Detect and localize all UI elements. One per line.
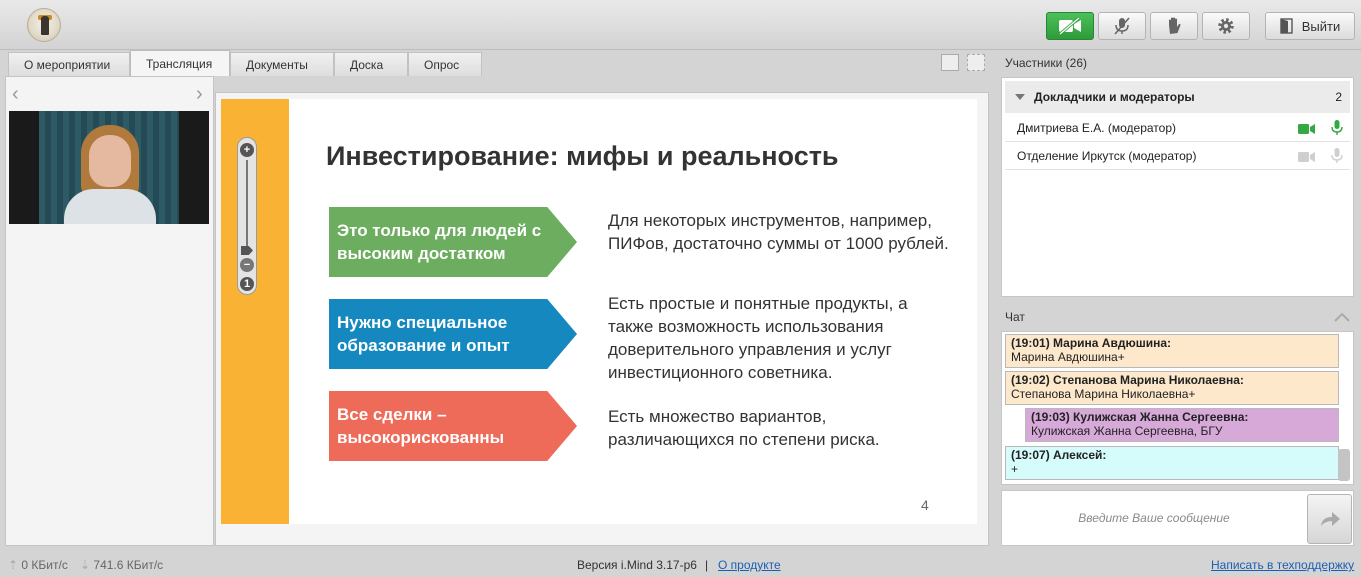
speaker-video[interactable] — [9, 111, 209, 224]
slide-myth-3: Все сделки – высокорискованны — [329, 391, 577, 461]
slide-title: Инвестирование: мифы и реальность — [326, 141, 839, 171]
participant-row[interactable]: Дмитриева Е.А. (модератор) — [1005, 114, 1350, 142]
collapse-triangle-icon[interactable] — [1015, 94, 1025, 100]
participant-name: Дмитриева Е.А. (модератор) — [1017, 120, 1177, 135]
main-tabs: О мероприятии Трансляция Документы Доска… — [8, 50, 482, 76]
mic-on-icon — [1331, 120, 1343, 135]
logo-icon — [27, 8, 61, 42]
send-arrow-icon — [1320, 512, 1340, 526]
chat-scrollbar[interactable] — [1338, 449, 1350, 481]
chat-message-body: + — [1011, 462, 1019, 476]
zoom-slider[interactable]: + − 1 — [237, 137, 257, 295]
zoom-out-icon[interactable]: − — [240, 258, 254, 272]
tab-poll[interactable]: Опрос — [408, 52, 482, 76]
chat-message-input[interactable] — [1006, 495, 1302, 541]
participants-header: Участники (26) — [1005, 56, 1088, 70]
chat-header: Чат — [1005, 310, 1025, 324]
status-separator: | — [705, 558, 709, 572]
tab-broadcast[interactable]: Трансляция — [130, 50, 230, 76]
chat-message-body: Кулижская Жанна Сергеевна, БГУ — [1031, 424, 1223, 438]
zoom-track[interactable] — [246, 160, 248, 252]
camera-off-icon — [1298, 152, 1315, 162]
chat-message: (19:01) Марина Авдюшина: Марина Авдюшина… — [1005, 334, 1339, 368]
tab-about-event[interactable]: О мероприятии — [8, 52, 130, 76]
chevron-left-icon[interactable]: ‹ — [12, 84, 19, 104]
upload-arrow-icon: ⇡ — [8, 558, 19, 572]
chevron-right-icon[interactable]: › — [196, 84, 203, 104]
zoom-handle[interactable] — [241, 246, 253, 255]
zoom-reset-icon[interactable]: 1 — [240, 277, 254, 291]
slide-myth-2: Нужно специальное образование и опыт — [329, 299, 577, 369]
presentation-slide: + − 1 Инвестирование: мифы и реальность … — [221, 99, 977, 524]
chat-input-panel — [1001, 490, 1354, 546]
support-link[interactable]: Написать в техподдержку — [1211, 558, 1354, 572]
layout-controls — [941, 54, 985, 71]
group-name: Докладчики и модераторы — [1034, 90, 1195, 104]
version-info: Версия i.Mind 3.17-p6 — [577, 558, 697, 572]
chat-message-body: Степанова Марина Николаевна+ — [1011, 387, 1196, 401]
mic-off-icon — [1331, 148, 1343, 163]
status-bar: ⇡ 0 КБит/с ⇣ 741.6 КБит/с Версия i.Mind … — [0, 552, 1361, 577]
settings-button[interactable] — [1202, 12, 1250, 40]
mic-off-icon — [1114, 17, 1130, 35]
exit-door-icon — [1280, 18, 1293, 34]
window-mode-icon[interactable] — [941, 54, 959, 71]
about-product-link[interactable]: О продукте — [718, 558, 781, 572]
slide-reality-1: Для некоторых инструментов, например, ПИ… — [608, 211, 949, 253]
download-speed: ⇣ 741.6 КБит/с — [80, 558, 164, 572]
exit-button[interactable]: Выйти — [1265, 12, 1355, 40]
participants-group-speakers[interactable]: Докладчики и модераторы 2 — [1005, 81, 1350, 113]
group-count: 2 — [1335, 90, 1342, 104]
tab-whiteboard[interactable]: Доска — [334, 52, 408, 76]
raise-hand-button[interactable] — [1150, 12, 1198, 40]
chat-message-header: (19:02) Степанова Марина Николаевна: — [1011, 373, 1244, 387]
video-panel: ‹ › — [5, 76, 214, 546]
chat-message: (19:07) Алексей: + — [1005, 446, 1339, 480]
slide-page-number: 4 — [921, 497, 929, 513]
slide-reality-3: Есть множество вариантов, различающихся … — [608, 407, 880, 449]
chat-messages[interactable]: (19:01) Марина Авдюшина: Марина Авдюшина… — [1001, 331, 1354, 485]
raise-hand-icon — [1169, 17, 1181, 34]
chat-message: (19:03) Кулижская Жанна Сергеевна: Кулиж… — [1025, 408, 1339, 442]
exit-button-label: Выйти — [1301, 18, 1341, 34]
send-message-button[interactable] — [1307, 494, 1352, 544]
camera-off-icon — [1059, 17, 1081, 35]
slide-myth-1: Это только для людей с высоким достатком — [329, 207, 577, 277]
tab-documents[interactable]: Документы — [230, 52, 334, 76]
chat-message-header: (19:03) Кулижская Жанна Сергеевна: — [1031, 410, 1249, 424]
participants-panel: Докладчики и модераторы 2 Дмитриева Е.А.… — [1001, 77, 1354, 297]
chevron-up-icon[interactable] — [1333, 310, 1351, 324]
camera-toggle-button[interactable] — [1046, 12, 1094, 40]
participant-row[interactable]: Отделение Иркутск (модератор) — [1005, 142, 1350, 170]
chat-message-body: Марина Авдюшина+ — [1011, 350, 1125, 364]
chat-message-header: (19:07) Алексей: — [1011, 448, 1107, 462]
upload-speed: ⇡ 0 КБит/с — [8, 558, 68, 572]
participant-name: Отделение Иркутск (модератор) — [1017, 148, 1197, 163]
fullscreen-icon[interactable] — [967, 54, 985, 71]
slide-reality-2: Есть простые и понятные продукты, а такж… — [608, 294, 908, 382]
chat-message-header: (19:01) Марина Авдюшина: — [1011, 336, 1172, 350]
microphone-toggle-button[interactable] — [1098, 12, 1146, 40]
download-arrow-icon: ⇣ — [80, 558, 91, 572]
top-toolbar: Выйти — [0, 0, 1361, 50]
camera-on-icon — [1298, 124, 1315, 134]
zoom-in-icon[interactable]: + — [240, 143, 254, 157]
chat-message: (19:02) Степанова Марина Николаевна: Сте… — [1005, 371, 1339, 405]
gear-icon — [1218, 18, 1234, 34]
